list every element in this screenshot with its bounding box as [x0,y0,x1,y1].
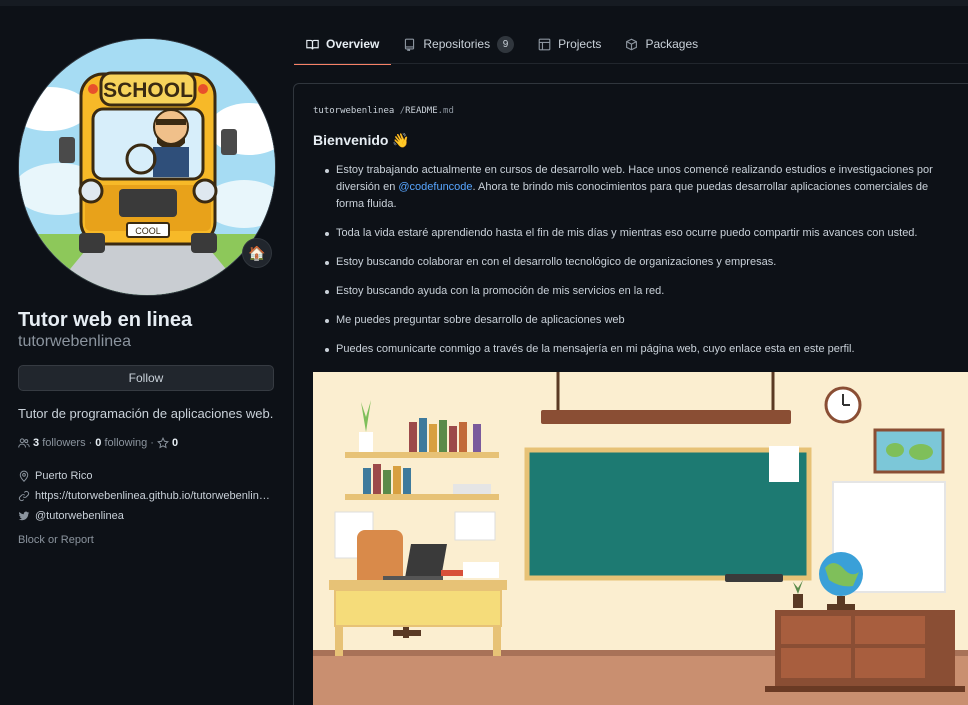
following-count: 0 [95,437,102,449]
follow-button[interactable]: Follow [18,365,274,391]
profile-tabs: Overview Repositories 9 Projects Package… [294,24,710,65]
tab-packages[interactable]: Packages [613,24,710,64]
following-link[interactable]: 0 following [95,437,147,449]
profile-location: Puerto Rico [18,470,278,482]
book-icon [306,39,319,49]
list-item: Toda la vida estaré aprendiendo hasta el… [325,225,950,242]
project-icon [538,38,551,50]
profile-twitter: @tutorwebenlinea [18,510,278,522]
repo-icon [405,38,415,51]
status-badge[interactable]: 🏠 [242,238,272,268]
tab-label: Packages [645,37,699,51]
school-bus-illustration: SCHOOL COOL [19,39,275,295]
tab-overview[interactable]: Overview [294,24,392,65]
block-or-report-link[interactable]: Block or Report [18,534,94,546]
readme-owner[interactable]: tutorwebenlinea [313,106,394,116]
profile-username: tutorwebenlinea [18,333,131,350]
top-bar [0,0,968,6]
people-icon [18,438,30,448]
following-label: following [104,437,148,449]
avatar[interactable]: SCHOOL COOL [18,38,276,296]
list-item: Estoy trabajando actualmente en cursos d… [325,162,950,213]
house-icon: 🏠 [248,244,266,261]
website-link[interactable]: https://tutorwebenlinea.github.io/tutorw… [35,490,271,502]
stats-separator: · [88,437,93,449]
profile-fullname: Tutor web en linea [18,309,193,331]
location-icon [19,470,29,482]
readme-card: tutorwebenlinea /README.md Bienvenido 👋 … [293,83,968,705]
tabs-divider [294,63,968,64]
stats-separator: · [150,437,154,449]
tab-label: Projects [558,37,602,51]
twitter-icon [18,511,30,521]
twitter-link[interactable]: @tutorwebenlinea [35,510,124,522]
followers-label: followers [42,437,86,449]
bus-sign-text: SCHOOL [103,79,193,102]
readme-ext: .md [437,106,454,116]
tab-repositories[interactable]: Repositories 9 [391,24,526,64]
list-item: Puedes comunicarte conmigo a través de l… [325,341,950,358]
stars-count: 0 [171,437,179,449]
list-item: Estoy buscando colaborar en con el desar… [325,254,950,271]
link-icon [18,490,30,502]
list-item: Me puedes preguntar sobre desarrollo de … [325,312,950,329]
readme-file[interactable]: README [405,106,438,116]
readme-breadcrumb: tutorwebenlinea /README.md [313,106,454,116]
readme-list: Estoy trabajando actualmente en cursos d… [325,162,950,370]
tab-label: Repositories [423,37,491,51]
followers-count: 3 [33,437,40,449]
followers-link[interactable]: 3 followers [33,437,86,449]
bus-plate-text: COOL [135,226,161,236]
location-text: Puerto Rico [35,470,93,482]
classroom-illustration [313,372,968,705]
stars-link[interactable]: 0 [156,437,179,449]
repositories-counter: 9 [497,35,515,53]
tab-label: Overview [326,37,380,51]
codefuncode-link[interactable]: @codefuncode [398,181,472,193]
star-icon [156,437,169,449]
profile-stats: 3 followers · 0 following · 0 [18,437,178,449]
package-icon [626,38,638,50]
list-item: Estoy buscando ayuda con la promoción de… [325,283,950,300]
profile-website: https://tutorwebenlinea.github.io/tutorw… [18,490,278,502]
profile-bio: Tutor de programación de aplicaciones we… [18,406,274,421]
readme-heading: Bienvenido 👋 [313,132,410,148]
tab-projects[interactable]: Projects [526,24,613,64]
